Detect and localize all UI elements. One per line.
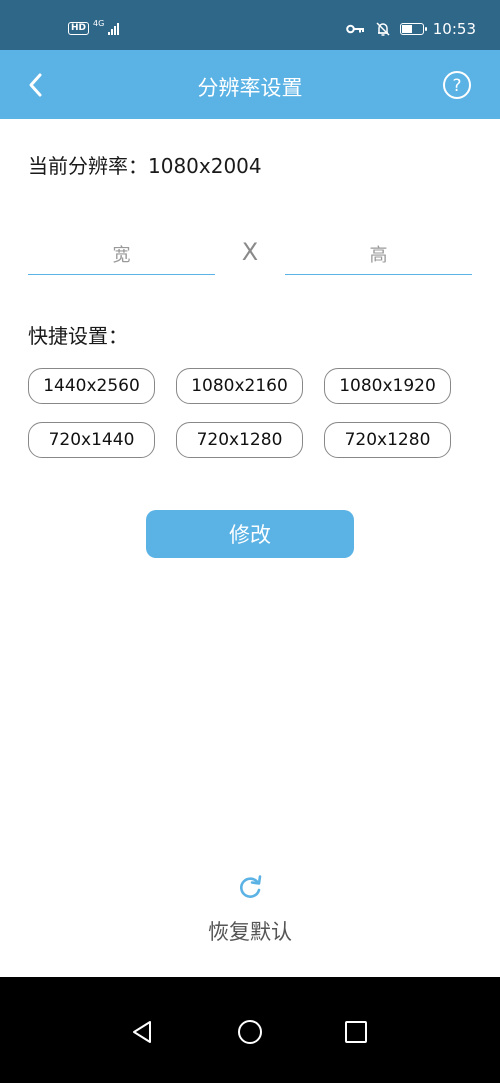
status-left: HD 4G [68, 18, 120, 35]
question-circle-icon: ? [443, 71, 471, 99]
height-input[interactable] [285, 236, 472, 275]
svg-text:?: ? [452, 76, 461, 96]
hd-badge: HD [68, 22, 90, 35]
key-icon [345, 24, 364, 34]
page-title: 分辨率设置 [197, 76, 303, 100]
preset-button[interactable]: 720x1280 [324, 422, 451, 458]
app-bar: 分辨率设置 ? [0, 50, 500, 119]
nav-home-button[interactable] [235, 1017, 265, 1047]
recents-square-icon [345, 1021, 367, 1043]
reset-default-label: 恢复默认 [208, 920, 292, 944]
battery-icon [399, 23, 427, 35]
current-resolution: 当前分辨率：1080x2004 [28, 154, 262, 178]
nav-recents-button[interactable] [341, 1017, 371, 1047]
preset-button[interactable]: 1440x2560 [28, 368, 155, 404]
preset-button[interactable]: 1080x1920 [324, 368, 451, 404]
home-circle-icon [238, 1020, 262, 1044]
modify-button[interactable]: 修改 [146, 510, 354, 558]
signal-icon [108, 22, 120, 35]
navigation-bar [0, 977, 500, 1083]
preset-button[interactable]: 720x1440 [28, 422, 155, 458]
reset-default-button[interactable]: 恢复默认 [185, 870, 315, 950]
network-type: 4G [93, 18, 105, 28]
quick-settings-label: 快捷设置： [28, 324, 128, 348]
refresh-icon [240, 875, 262, 898]
status-bar: HD 4G 10:53 [0, 0, 500, 50]
dimension-separator: X [241, 238, 259, 266]
preset-button[interactable]: 1080x2160 [176, 368, 303, 404]
width-input[interactable] [28, 236, 215, 275]
status-right: 10:53 [345, 20, 476, 38]
back-triangle-icon [133, 1021, 151, 1043]
help-button[interactable]: ? [442, 70, 472, 100]
nav-back-button[interactable] [128, 1017, 158, 1047]
preset-button[interactable]: 720x1280 [176, 422, 303, 458]
bell-off-icon [376, 22, 390, 36]
clock: 10:53 [432, 20, 476, 38]
